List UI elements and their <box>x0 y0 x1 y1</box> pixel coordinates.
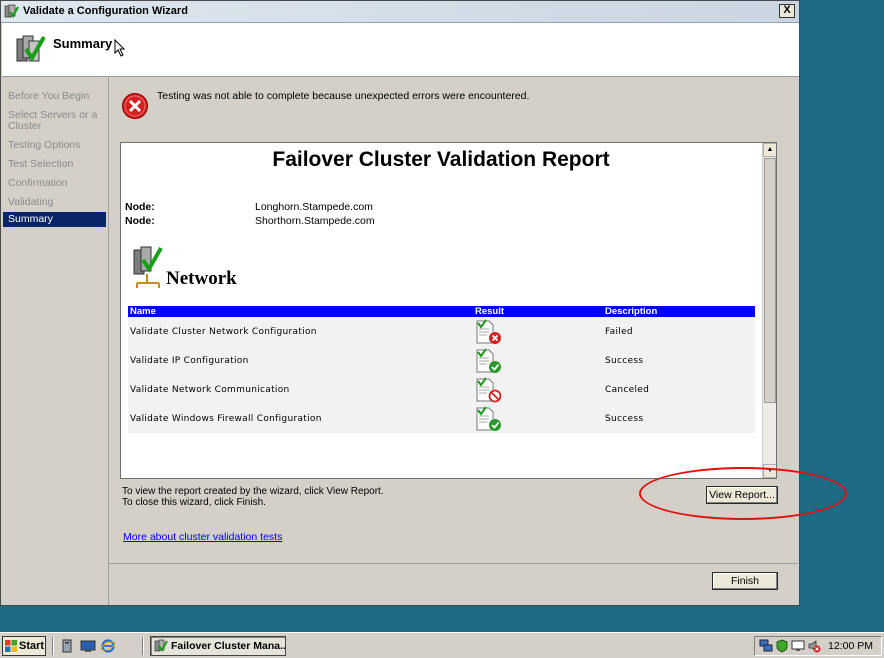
footer-divider <box>108 563 798 564</box>
nav-step-testing-options[interactable]: Testing Options <box>3 140 106 151</box>
nav-step-validating[interactable]: Validating <box>3 197 106 208</box>
table-row: Validate IP Configuration Success <box>128 346 755 375</box>
success-icon <box>476 405 501 431</box>
internet-explorer-icon[interactable] <box>100 638 116 654</box>
start-label: Start <box>19 640 45 652</box>
result-cell <box>473 346 603 375</box>
node-label: Node: <box>125 201 155 213</box>
clock[interactable]: 12:00 PM <box>828 640 873 652</box>
taskbar-item-failover-cluster-manager[interactable]: Failover Cluster Mana... <box>150 636 286 656</box>
annotation-highlight-oval <box>639 467 847 520</box>
volume-tray-icon[interactable] <box>807 639 821 653</box>
nav-step-test-selection[interactable]: Test Selection <box>3 159 106 170</box>
test-description: Success <box>605 413 644 424</box>
nav-step-select-servers[interactable]: Select Servers or a Cluster <box>3 110 106 132</box>
finish-button[interactable]: Finish <box>712 572 778 590</box>
error-icon <box>122 93 148 119</box>
nav-step-summary[interactable]: Summary <box>3 212 106 227</box>
mouse-cursor-icon <box>114 39 126 57</box>
cluster-validate-icon <box>16 35 46 62</box>
quicklaunch-separator <box>52 637 54 655</box>
test-name[interactable]: Validate Cluster Network Configuration <box>128 317 473 346</box>
cluster-app-icon <box>4 4 19 19</box>
node-value: Longhorn.Stampede.com <box>255 201 373 213</box>
cluster-app-icon <box>154 639 168 652</box>
failed-icon <box>476 318 501 344</box>
test-name[interactable]: Validate Windows Firewall Configuration <box>128 404 473 433</box>
table-header-row: Name Result Description <box>128 306 755 317</box>
more-info-link[interactable]: More about cluster validation tests <box>123 531 282 543</box>
canceled-icon <box>476 376 501 402</box>
windows-logo-icon <box>5 640 17 652</box>
result-cell <box>473 404 603 433</box>
column-header-description: Description <box>603 306 755 317</box>
section-title: Network <box>166 268 237 289</box>
display-tray-icon[interactable] <box>791 639 805 653</box>
report-pane[interactable]: Failover Cluster Validation Report Node:… <box>120 142 777 479</box>
table-row: Validate Windows Firewall Configuration … <box>128 404 755 433</box>
page-title: Summary <box>53 36 113 51</box>
column-header-result: Result <box>473 306 603 317</box>
scroll-up-arrow-icon[interactable]: ▲ <box>763 143 776 157</box>
report-title: Failover Cluster Validation Report <box>272 148 610 171</box>
test-name[interactable]: Validate IP Configuration <box>128 346 473 375</box>
instruction-finish: To close this wizard, click Finish. <box>122 497 266 508</box>
test-description: Canceled <box>605 384 650 395</box>
test-name[interactable]: Validate Network Communication <box>128 375 473 404</box>
table-row: Validate Cluster Network Configuration F… <box>128 317 755 346</box>
column-header-name: Name <box>128 306 473 317</box>
quicklaunch-separator <box>142 637 144 655</box>
result-cell <box>473 317 603 346</box>
title-bar[interactable]: Validate a Configuration Wizard X <box>1 1 799 23</box>
scroll-thumb[interactable] <box>764 158 776 403</box>
close-button[interactable]: X <box>779 4 795 18</box>
window-title: Validate a Configuration Wizard <box>23 5 188 17</box>
report-scrollbar[interactable]: ▲ ▼ <box>762 143 776 478</box>
test-description: Failed <box>605 326 633 337</box>
nav-step-confirmation[interactable]: Confirmation <box>3 178 106 189</box>
wizard-header: Summary <box>2 23 799 77</box>
system-tray: 12:00 PM <box>754 636 882 656</box>
nav-step-before-you-begin[interactable]: Before You Begin <box>3 91 106 102</box>
node-label: Node: <box>125 215 155 227</box>
taskbar-item-label: Failover Cluster Mana... <box>171 640 286 652</box>
result-cell <box>473 375 603 404</box>
results-table: Name Result Description Validate Cluster… <box>128 306 755 433</box>
test-description: Success <box>605 355 644 366</box>
status-message: Testing was not able to complete because… <box>157 90 530 102</box>
show-desktop-icon[interactable] <box>80 638 96 654</box>
start-button[interactable]: Start <box>2 636 46 656</box>
server-manager-icon[interactable] <box>60 638 76 654</box>
taskbar: Start Failover Cluster Mana... 12:00 PM <box>0 632 884 658</box>
instruction-view-report: To view the report created by the wizard… <box>122 486 384 497</box>
node-value: Shorthorn.Stampede.com <box>255 215 375 227</box>
security-tray-icon[interactable] <box>775 639 789 653</box>
network-section-icon <box>133 246 163 288</box>
table-row: Validate Network Communication Canceled <box>128 375 755 404</box>
success-icon <box>476 347 501 373</box>
network-tray-icon[interactable] <box>759 639 773 653</box>
